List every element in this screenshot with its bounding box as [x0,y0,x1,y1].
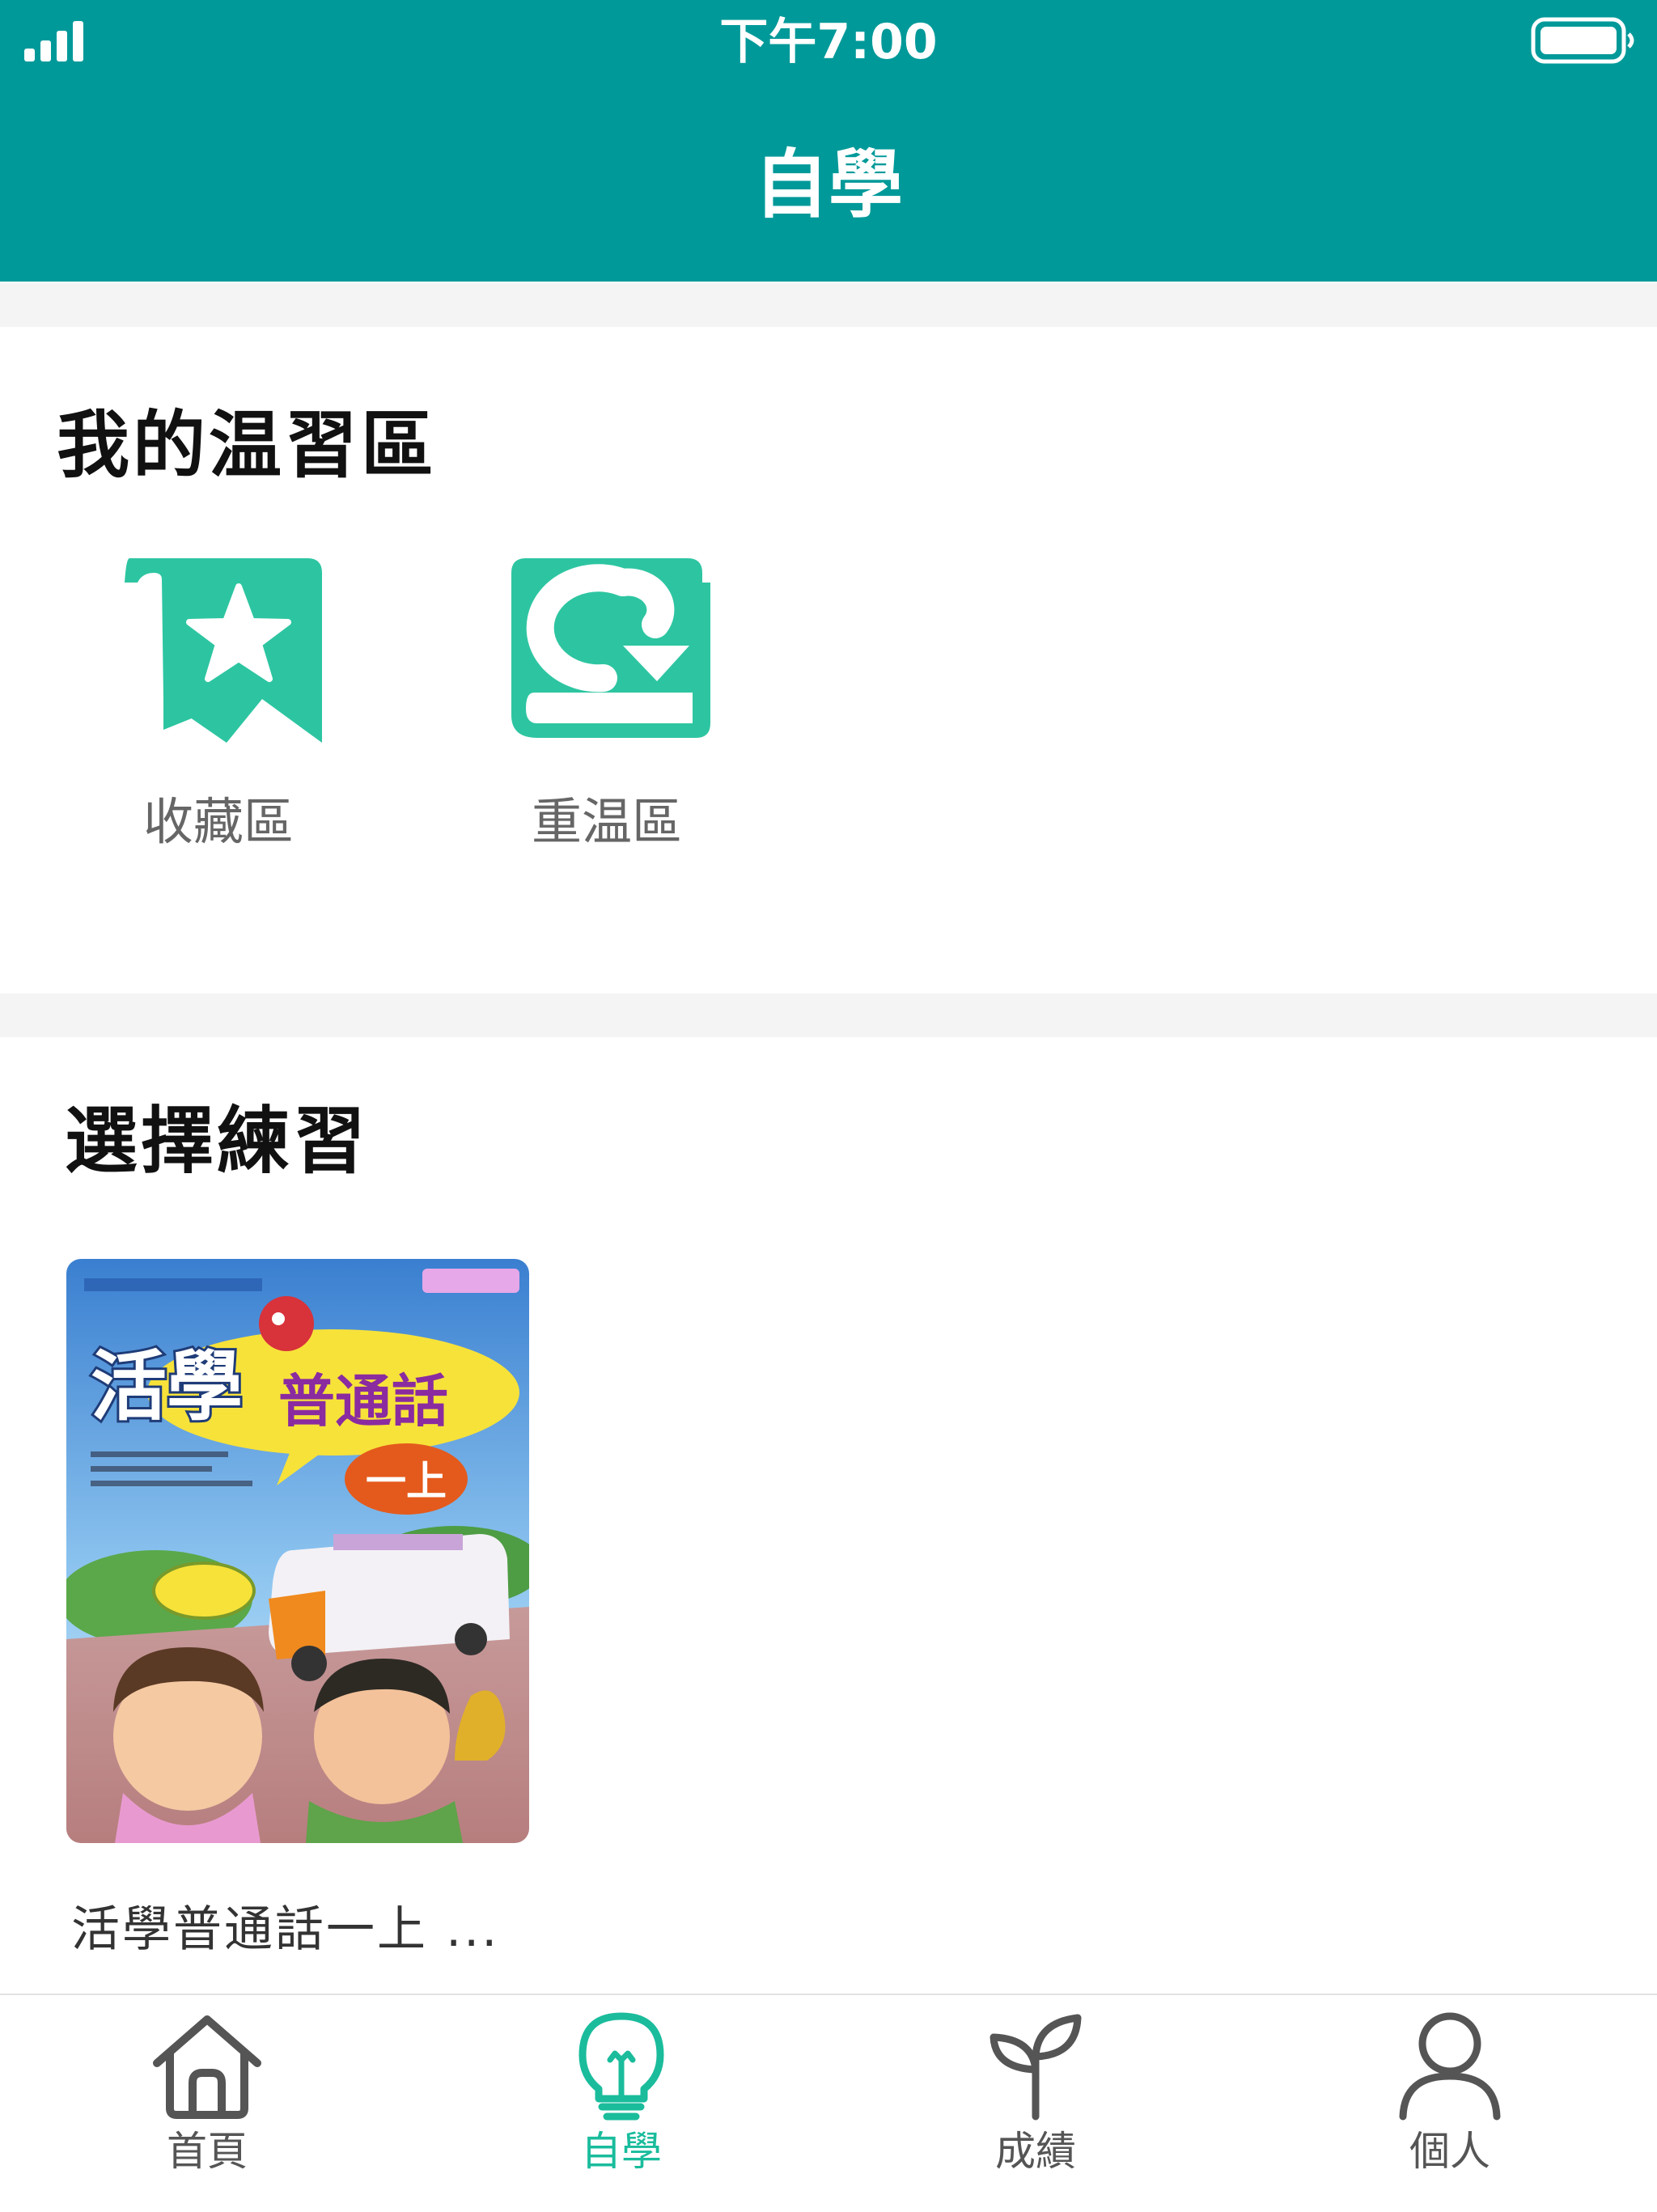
tab-personal[interactable]: 個人 [1243,1995,1657,2212]
tab-home[interactable]: 首頁 [0,1995,414,2212]
top-bar: 下午7:00 自學 [0,0,1657,282]
tab-home-label: 首頁 [167,2128,248,2175]
page-title: 自學 [753,142,903,228]
book-cover-title-left: 活學 [91,1343,243,1431]
tab-bar: 首頁 自學 成績 個人 [0,1994,1657,2212]
book-cover[interactable]: 活學 普通話 一上 [66,1259,529,1843]
book-refresh-icon [511,558,710,738]
tab-results-label: 成績 [995,2128,1076,2175]
favorites-label: 收藏區 [142,792,294,851]
tab-self-study[interactable]: 自學 [414,1995,828,2212]
review-button[interactable]: 重温區 [485,550,728,854]
status-time: 下午7:00 [719,14,938,70]
review-label: 重温區 [531,792,682,851]
book-caption[interactable]: 活學普通話一上 ... [71,1893,499,1966]
favorites-button[interactable]: 收藏區 [97,550,340,854]
book-cover-image: 活學 普通話 一上 [66,1259,529,1843]
section-divider [0,283,1657,327]
tab-self-study-label: 自學 [581,2128,662,2175]
bookmark-star-icon [125,558,322,743]
review-area-title: 我的温習區 [57,403,437,488]
section-divider [0,994,1657,1037]
battery-icon [1531,17,1634,64]
sprout-icon [990,2014,1082,2121]
book-cover-grade: 一上 [366,1458,447,1505]
home-icon [153,2015,261,2119]
practice-title: 選擇練習 [65,1099,369,1184]
person-icon [1399,2012,1501,2121]
lightbulb-icon [578,2012,664,2121]
tab-results[interactable]: 成績 [828,1995,1243,2212]
tab-personal-label: 個人 [1409,2128,1490,2175]
book-cover-title-right: 普通話 [278,1368,448,1434]
